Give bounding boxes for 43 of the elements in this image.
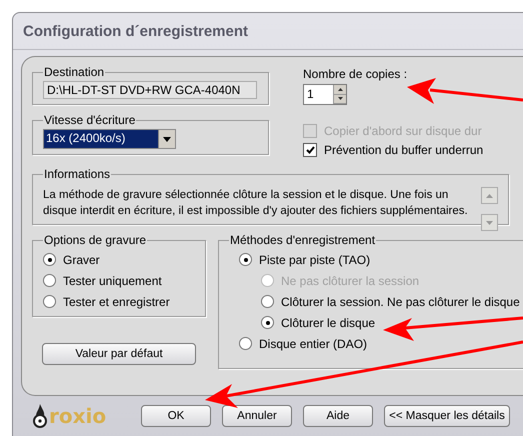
radio-label: Clôturer le disque xyxy=(281,316,376,330)
radio-button[interactable] xyxy=(43,295,56,308)
copies-label: Nombre de copies : xyxy=(303,67,408,81)
radio-label: Disque entier (DAO) xyxy=(259,336,368,350)
radio-button[interactable] xyxy=(239,337,252,350)
radio-label: Ne pas clôturer la session xyxy=(281,274,420,288)
info-text: La méthode de gravure sélectionnée clôture la session et le disque. Une fois un disque interdit en écriture, il est impossible d'y ajouter des fichiers supplémentaires. xyxy=(43,188,469,219)
dialog-button[interactable]: Aide xyxy=(303,405,373,427)
radio-label: Tester et enregistrer xyxy=(63,294,170,308)
window-title: Configuration d´enregistrement xyxy=(23,22,248,40)
speed-dropdown[interactable]: 16x (2400ko/s) xyxy=(43,129,176,149)
radio-button[interactable] xyxy=(43,253,56,266)
radio-button[interactable] xyxy=(43,274,56,287)
logo-text: roxio xyxy=(49,404,106,428)
default-values-button[interactable]: Valeur par défaut xyxy=(42,343,196,365)
checkbox-label: Copier d'abord sur disque dur xyxy=(324,124,482,138)
radio-label: Tester uniquement xyxy=(63,274,162,288)
up-arrow-icon xyxy=(486,194,493,198)
up-arrow-icon xyxy=(338,88,342,91)
dialog-button[interactable]: Annuler xyxy=(222,405,292,427)
dialog-button[interactable]: OK xyxy=(141,405,211,427)
radio-button[interactable] xyxy=(261,316,274,329)
radio-label: Piste par piste (TAO) xyxy=(259,252,370,266)
spinner-value: 1 xyxy=(306,86,315,103)
flame-disc-icon xyxy=(33,404,47,428)
radio-button[interactable] xyxy=(261,295,274,308)
dropdown-value: 16x (2400ko/s) xyxy=(44,130,158,148)
group-label: Options de gravure xyxy=(43,233,148,247)
checkbox-label: Prévention du buffer underrun xyxy=(324,142,484,156)
destination-field[interactable]: D:\HL-DT-ST DVD+RW GCA-4040N xyxy=(43,81,257,99)
dropdown-caret-icon xyxy=(163,136,171,142)
group-label: Vitesse d'écriture xyxy=(43,113,136,127)
dialog-button[interactable]: << Masquer les détails xyxy=(384,405,510,427)
group-label: Informations xyxy=(43,167,112,181)
radio-button[interactable] xyxy=(239,253,252,266)
group-label: Méthodes d'enregistrement xyxy=(229,233,376,247)
copies-spinner[interactable]: 1 xyxy=(303,84,347,105)
radio-label: Graver xyxy=(63,252,100,266)
down-arrow-icon xyxy=(338,97,342,100)
checkbox[interactable] xyxy=(303,142,317,156)
group-label: Destination xyxy=(43,65,106,79)
down-arrow-icon xyxy=(486,220,493,224)
radio-label: Clôturer la session. Ne pas clôturer le disque xyxy=(281,294,520,308)
